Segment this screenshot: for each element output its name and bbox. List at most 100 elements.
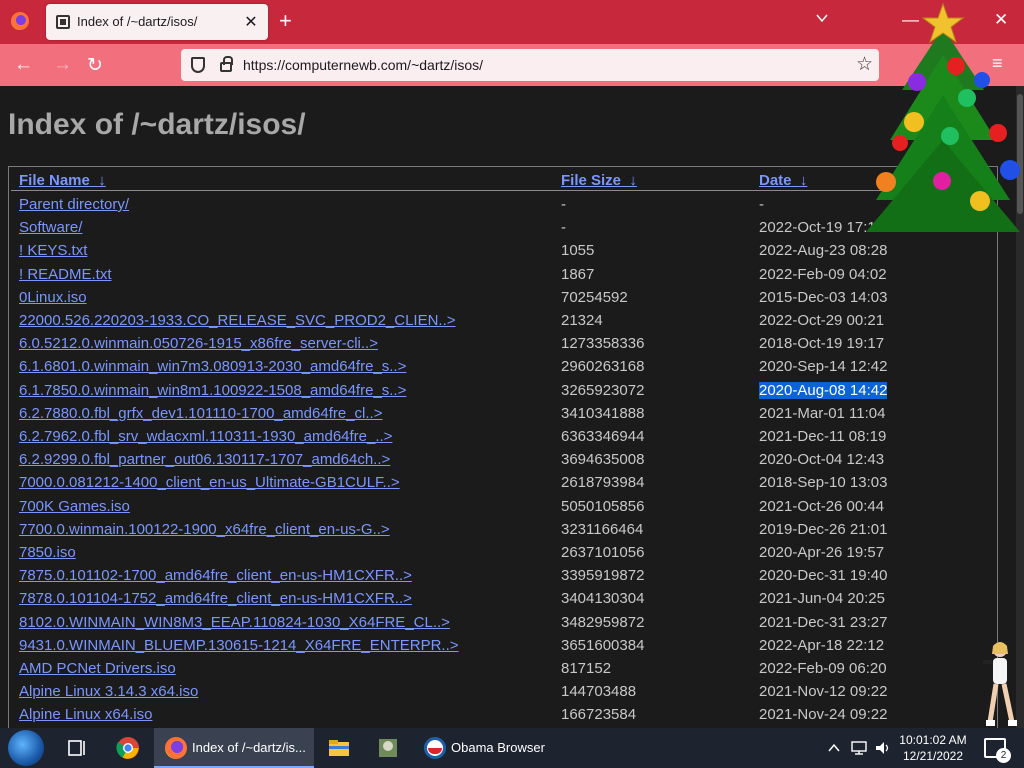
notification-center-icon[interactable]: 2: [984, 738, 1011, 763]
file-date-cell: 2022-Aug-23 08:28: [759, 242, 888, 260]
file-date-cell: 2020-Oct-04 12:43: [759, 451, 885, 469]
lock-icon[interactable]: [220, 56, 233, 72]
file-link[interactable]: AMD PCNet Drivers.iso: [19, 660, 176, 677]
page-title: Index of /~dartz/isos/: [8, 108, 306, 141]
table-row: 7000.0.081212-1400_client_en-us_Ultimate…: [9, 471, 993, 494]
desktop-character-icon: [983, 642, 1017, 726]
column-header-date[interactable]: Date ↓: [759, 172, 807, 189]
file-size-cell: 166723584: [561, 706, 637, 724]
column-header-file-name[interactable]: File Name ↓: [19, 172, 106, 189]
table-row: 7700.0.winmain.100122-1900_x64fre_client…: [9, 518, 993, 541]
taskbar: Index of /~dartz/is... Obama Browser 10:…: [0, 728, 1024, 768]
clock-date: 12/21/2022: [902, 749, 964, 763]
table-row: 7875.0.101102-1700_amd64fre_client_en-us…: [9, 564, 993, 587]
file-size-cell: 2960263168: [561, 358, 645, 376]
file-link[interactable]: 6.2.9299.0.fbl_partner_out06.130117-1707…: [19, 451, 390, 468]
network-icon[interactable]: [850, 740, 868, 756]
taskbar-firefox-window[interactable]: Index of /~dartz/is...: [154, 728, 314, 768]
taskbar-clock[interactable]: 10:01:02 AM 12/21/2022: [896, 732, 970, 764]
forward-button[interactable]: →: [53, 54, 72, 76]
chrome-icon[interactable]: [116, 736, 140, 760]
reload-button[interactable]: ↻: [87, 54, 103, 77]
table-row: 9431.0.WINMAIN_BLUEMP.130615-1214_X64FRE…: [9, 634, 993, 657]
file-size-cell: 1055: [561, 242, 595, 260]
file-size-cell: 2637101056: [561, 544, 645, 561]
file-link[interactable]: Software/: [19, 219, 82, 236]
file-link[interactable]: Alpine Linux 3.14.3 x64.iso: [19, 683, 198, 700]
file-link[interactable]: 7000.0.081212-1400_client_en-us_Ultimate…: [19, 474, 400, 491]
tracking-protection-shield-icon[interactable]: [191, 57, 205, 73]
table-row: Software/-2022-Oct-19 17:15: [9, 216, 993, 239]
new-tab-button[interactable]: +: [279, 8, 292, 34]
file-size-cell: 817152: [561, 660, 612, 677]
task-view-icon[interactable]: [66, 736, 90, 760]
tab-active[interactable]: Index of /~dartz/isos/ ✕: [46, 4, 268, 40]
firefox-logo-icon[interactable]: [11, 12, 29, 30]
file-link[interactable]: 7850.iso: [19, 544, 76, 561]
file-link[interactable]: 9431.0.WINMAIN_BLUEMP.130615-1214_X64FRE…: [19, 637, 459, 654]
file-size-cell: 3651600384: [561, 636, 645, 654]
notification-count-badge: 2: [996, 748, 1011, 763]
file-size-cell: 3694635008: [561, 451, 645, 469]
url-bar[interactable]: https://computernewb.com/~dartz/isos/ ☆: [181, 49, 879, 81]
app-icon[interactable]: [376, 736, 400, 760]
tab-close-icon[interactable]: ✕: [242, 12, 260, 32]
list-all-tabs-chevron-icon[interactable]: [816, 12, 828, 24]
file-link[interactable]: 0Linux.iso: [19, 289, 87, 306]
table-row: Parent directory/ - -: [9, 193, 993, 216]
file-date-cell: 2018-Sep-10 13:03: [759, 474, 888, 492]
file-size-cell: -: [561, 219, 566, 237]
file-link[interactable]: Parent directory/: [19, 196, 129, 213]
file-size-cell: 2618793984: [561, 474, 645, 492]
file-link[interactable]: ! KEYS.txt: [19, 242, 87, 259]
table-row: Alpine Linux 3.14.3 x64.iso 144703488 2021…: [9, 680, 993, 703]
table-row: ! KEYS.txt 1055 2022-Aug-23 08:28: [9, 239, 993, 262]
file-listing-table: File Name ↓ File Size ↓ Date ↓ Parent di…: [8, 166, 998, 728]
page-favicon-icon: [56, 15, 70, 29]
table-row: 6.0.5212.0.winmain.050726-1915_x86fre_se…: [9, 332, 993, 355]
file-link[interactable]: 7878.0.101104-1752_amd64fre_client_en-us…: [19, 590, 412, 607]
table-row: 6.2.9299.0.fbl_partner_out06.130117-1707…: [9, 448, 993, 471]
file-size-cell: -: [561, 196, 566, 213]
file-size-cell: 3395919872: [561, 567, 645, 585]
file-date-cell: 2022-Feb-09 04:02: [759, 265, 887, 283]
file-link[interactable]: 6.2.7962.0.fbl_srv_wdacxml.110311-1930_a…: [19, 428, 392, 445]
file-link[interactable]: 22000.526.220203-1933.CO_RELEASE_SVC_PRO…: [19, 312, 456, 329]
file-date-cell: 2022-Oct-29 00:21: [759, 312, 885, 329]
file-date-cell: 2021-Mar-01 11:04: [759, 404, 886, 422]
column-header-file-size[interactable]: File Size ↓: [561, 172, 637, 189]
file-link[interactable]: 6.0.5212.0.winmain.050726-1915_x86fre_se…: [19, 335, 378, 352]
file-size-cell: 144703488: [561, 683, 637, 701]
file-link[interactable]: 6.1.7850.0.winmain_win8m1.100922-1508_am…: [19, 382, 406, 399]
table-row: 22000.526.220203-1933.CO_RELEASE_SVC_PRO…: [9, 309, 993, 332]
table-row: 6.2.7880.0.fbl_grfx_dev1.101110-1700_amd…: [9, 402, 993, 425]
table-row: 0Linux.iso 70254592 2015-Dec-03 14:03: [9, 286, 993, 309]
file-link[interactable]: Alpine Linux x64.iso: [19, 706, 152, 723]
file-date-cell: 2020-Dec-31 19:40: [759, 567, 888, 585]
taskbar-obama-browser[interactable]: Obama Browser: [414, 728, 574, 768]
file-link[interactable]: ! README.txt: [19, 266, 112, 283]
table-row: 7878.0.101104-1752_amd64fre_client_en-us…: [9, 587, 993, 610]
chevron-up-icon[interactable]: [828, 742, 840, 754]
start-button[interactable]: [8, 730, 44, 766]
file-link[interactable]: 7875.0.101102-1700_amd64fre_client_en-us…: [19, 567, 412, 584]
file-size-cell: 70254592: [561, 288, 628, 306]
file-link[interactable]: 6.2.7880.0.fbl_grfx_dev1.101110-1700_amd…: [19, 405, 382, 422]
file-link[interactable]: 8102.0.WINMAIN_WIN8M3_EEAP.110824-1030_X…: [19, 614, 450, 631]
volume-icon[interactable]: [874, 740, 892, 756]
file-date-cell: 2015-Dec-03 14:03: [759, 288, 888, 306]
file-size-cell: 3404130304: [561, 590, 645, 608]
file-link[interactable]: 700K Games.iso: [19, 498, 130, 515]
file-link[interactable]: 7700.0.winmain.100122-1900_x64fre_client…: [19, 521, 390, 538]
back-button[interactable]: ←: [14, 54, 33, 76]
obama-browser-icon: [424, 737, 446, 759]
file-size-cell: 1867: [561, 265, 595, 283]
table-row: 7850.iso 2637101056 2020-Apr-26 19:57: [9, 541, 993, 564]
file-date-cell: 2020-Sep-14 12:42: [759, 358, 888, 376]
file-explorer-icon[interactable]: [327, 736, 351, 760]
url-input[interactable]: https://computernewb.com/~dartz/isos/: [243, 57, 483, 73]
file-date-cell: -: [759, 196, 764, 213]
table-row: 6.1.7850.0.winmain_win8m1.100922-1508_am…: [9, 379, 993, 402]
file-date-cell: 2022-Feb-09 06:20: [759, 660, 887, 677]
file-link[interactable]: 6.1.6801.0.winmain_win7m3.080913-2030_am…: [19, 358, 406, 375]
